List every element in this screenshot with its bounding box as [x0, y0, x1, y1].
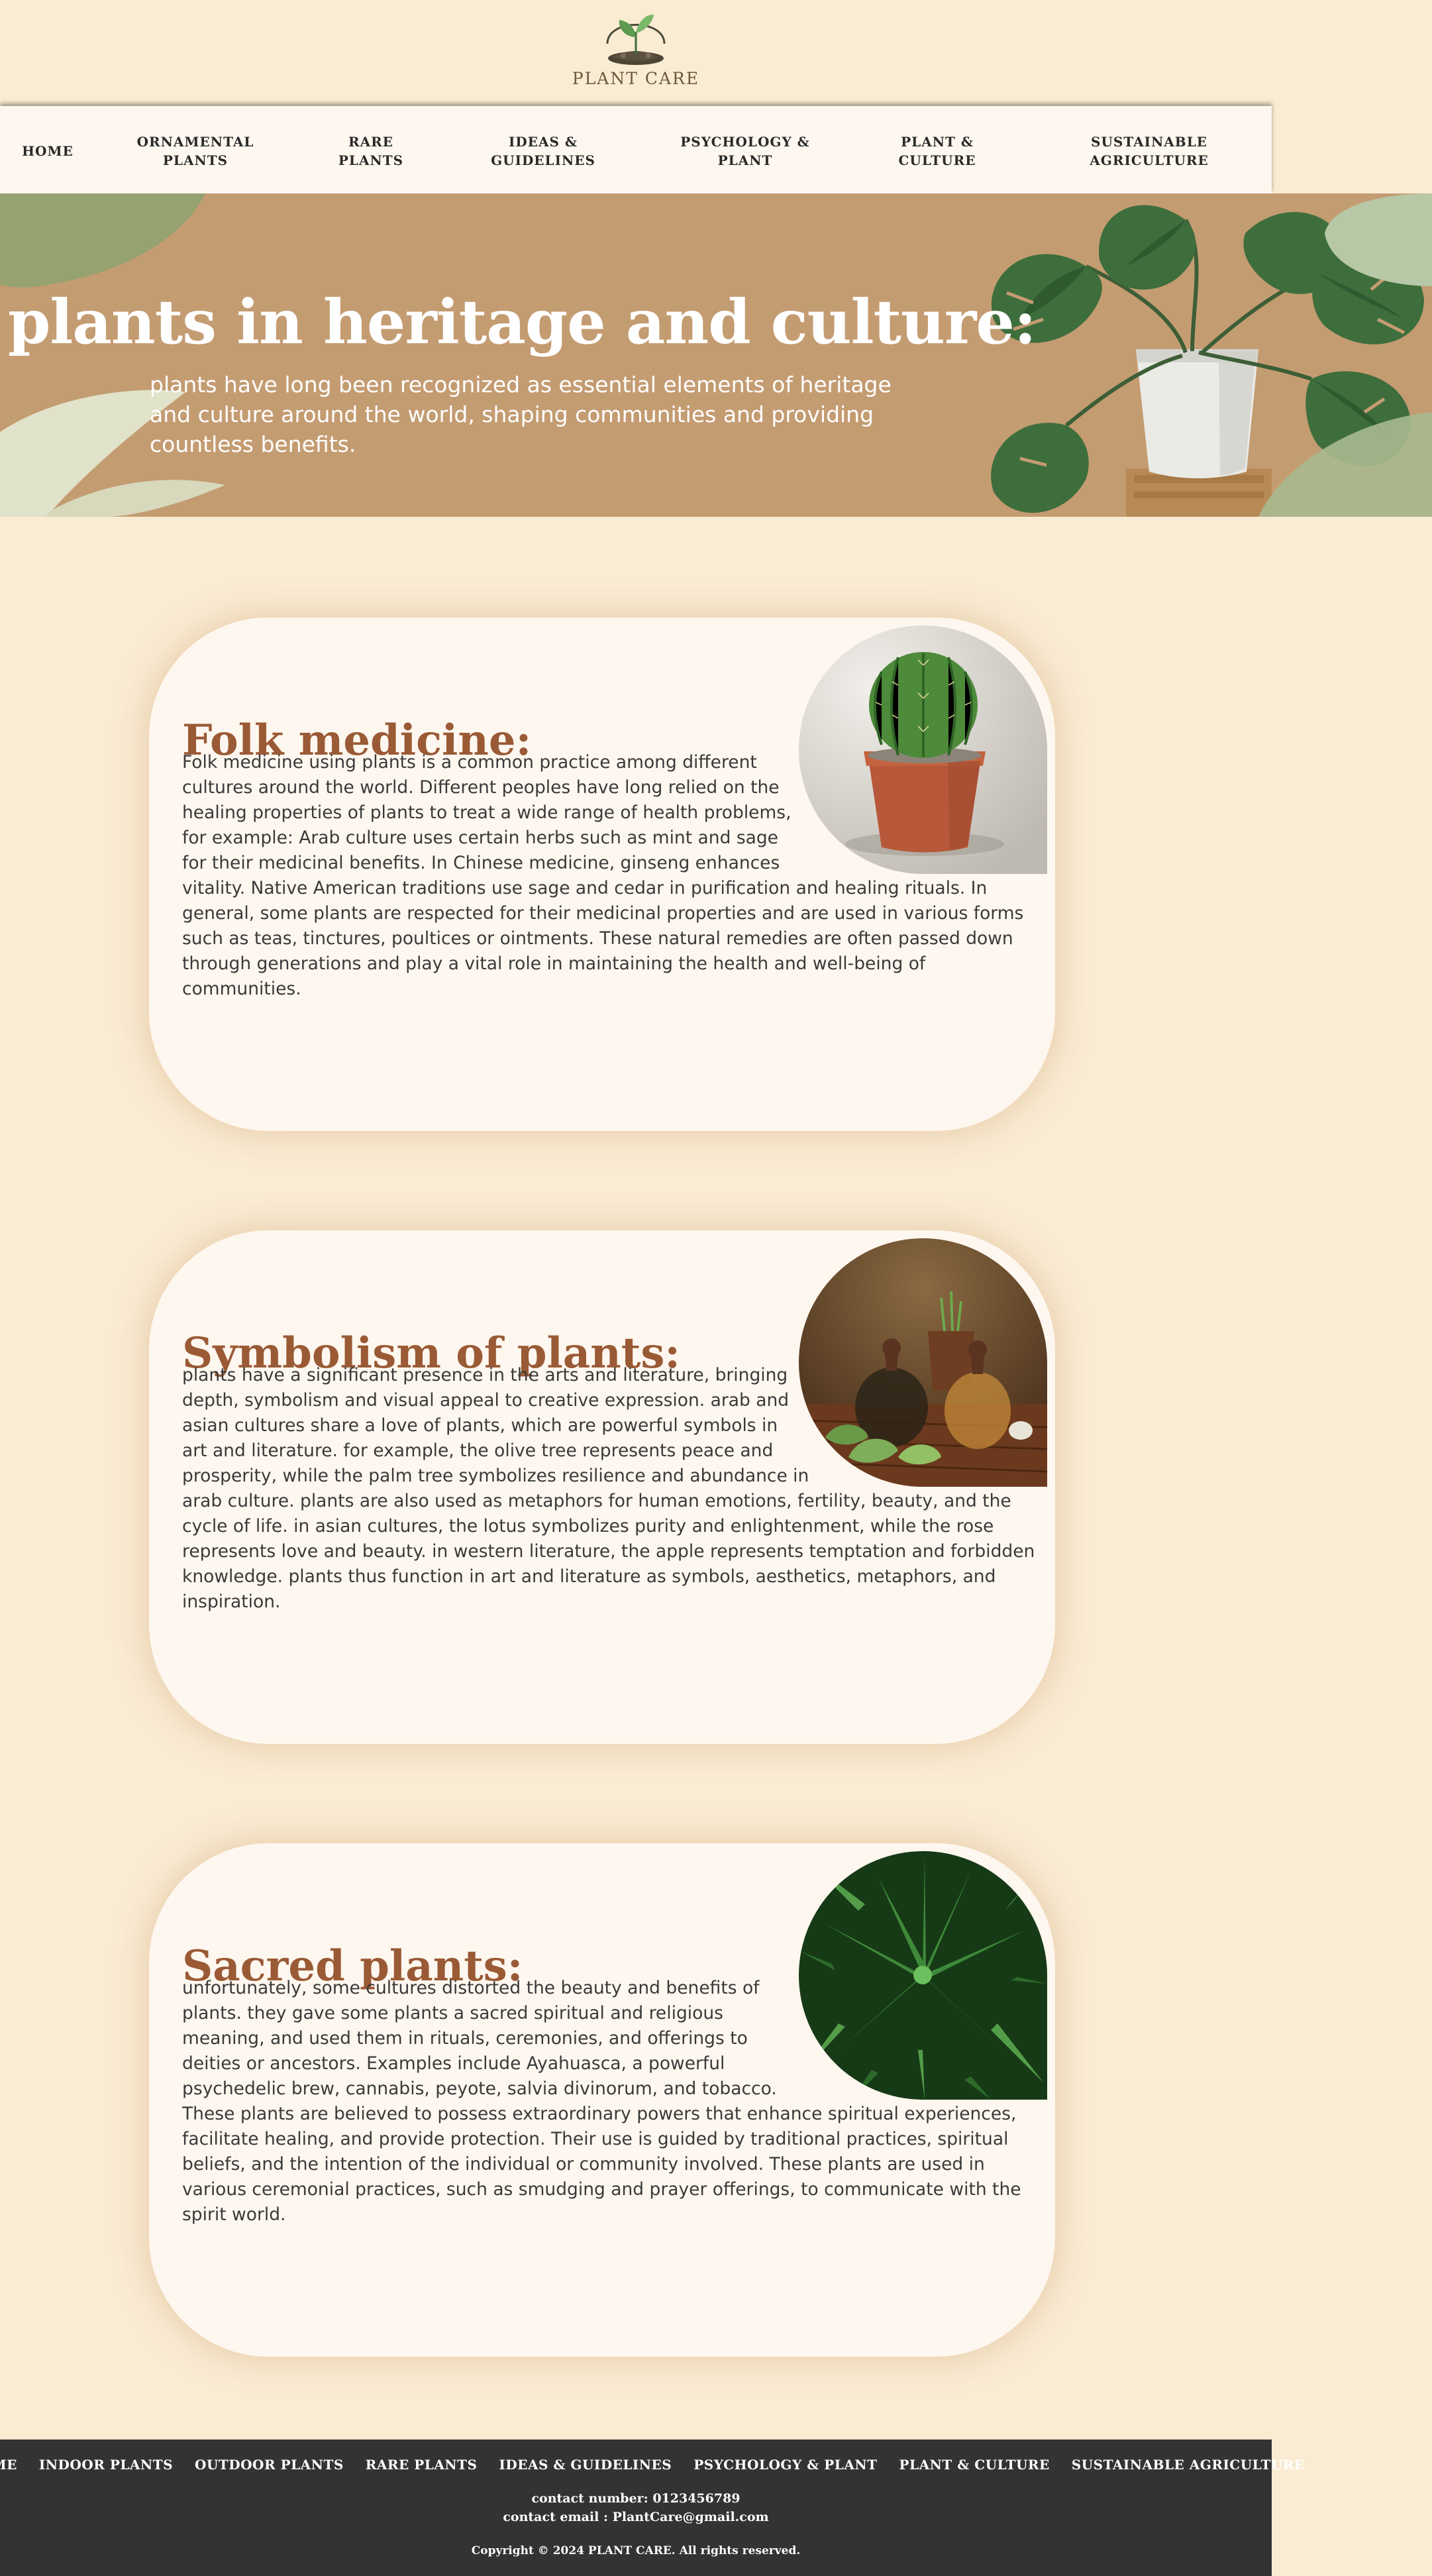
section-body: unfortunately, some cultures distorted t… — [182, 1976, 1050, 2227]
section-body: plants have a significant presence in th… — [182, 1363, 1050, 1615]
nav-item-rare-plants[interactable]: RARE PLANTS — [325, 133, 417, 170]
hero-subtitle: plants have long been recognized as esse… — [150, 372, 892, 457]
nav-item-ideas-guidelines[interactable]: IDEAS & GUIDELINES — [477, 133, 609, 170]
footer-link-rare-plants[interactable]: RARE PLANTS — [366, 2457, 478, 2473]
contact-number: contact number: 0123456789 — [531, 2491, 741, 2506]
nav-item-psychology-plant[interactable]: PSYCHOLOGY & PLANT — [669, 133, 821, 170]
footer-link-plant-culture[interactable]: PLANT & CULTURE — [899, 2457, 1050, 2473]
plant-sprout-logo-icon[interactable] — [599, 5, 672, 68]
header: PLANT CARE — [0, 0, 1272, 106]
section-card-folk-medicine: Folk medicine: Folk medicine using plant… — [149, 617, 1055, 1131]
hero-title: plants in heritage and culture: — [8, 286, 1037, 358]
brand-name: PLANT CARE — [572, 69, 700, 88]
section-body: Folk medicine using plants is a common p… — [182, 750, 1050, 1002]
footer-link-outdoor-plants[interactable]: OUTDOOR PLANTS — [195, 2457, 344, 2473]
footer: HOME INDOOR PLANTS OUTDOOR PLANTS RARE P… — [0, 2440, 1304, 2576]
footer-nav: HOME INDOOR PLANTS OUTDOOR PLANTS RARE P… — [0, 2457, 1304, 2473]
hero-banner: plants in heritage and culture: plants h… — [0, 193, 1432, 517]
footer-link-indoor-plants[interactable]: INDOOR PLANTS — [39, 2457, 173, 2473]
section-card-symbolism: Symbolism of plants: plants have a signi… — [149, 1230, 1055, 1744]
footer-link-psychology-plant[interactable]: PSYCHOLOGY & PLANT — [693, 2457, 877, 2473]
footer-link-home[interactable]: HOME — [0, 2457, 17, 2473]
footer-link-sustainable-agriculture[interactable]: SUSTAINABLE AGRICULTURE — [1072, 2457, 1305, 2473]
copyright: Copyright © 2024 PLANT CARE. All rights … — [471, 2544, 801, 2557]
nav-item-sustainable-agriculture[interactable]: SUSTAINABLE AGRICULTURE — [1066, 133, 1232, 170]
contact-email[interactable]: contact email : PlantCare@gmail.com — [0, 2510, 1272, 2524]
main-nav: HOME ORNAMENTAL PLANTS RARE PLANTS IDEAS… — [0, 106, 1272, 193]
nav-item-plant-culture[interactable]: PLANT & CULTURE — [881, 133, 994, 170]
footer-link-ideas-guidelines[interactable]: IDEAS & GUIDELINES — [499, 2457, 672, 2473]
nav-item-ornamental-plants[interactable]: ORNAMENTAL PLANTS — [123, 133, 268, 170]
nav-item-home[interactable]: HOME — [12, 142, 83, 160]
section-card-sacred-plants: Sacred plants: unfortunately, some cultu… — [149, 1843, 1055, 2357]
